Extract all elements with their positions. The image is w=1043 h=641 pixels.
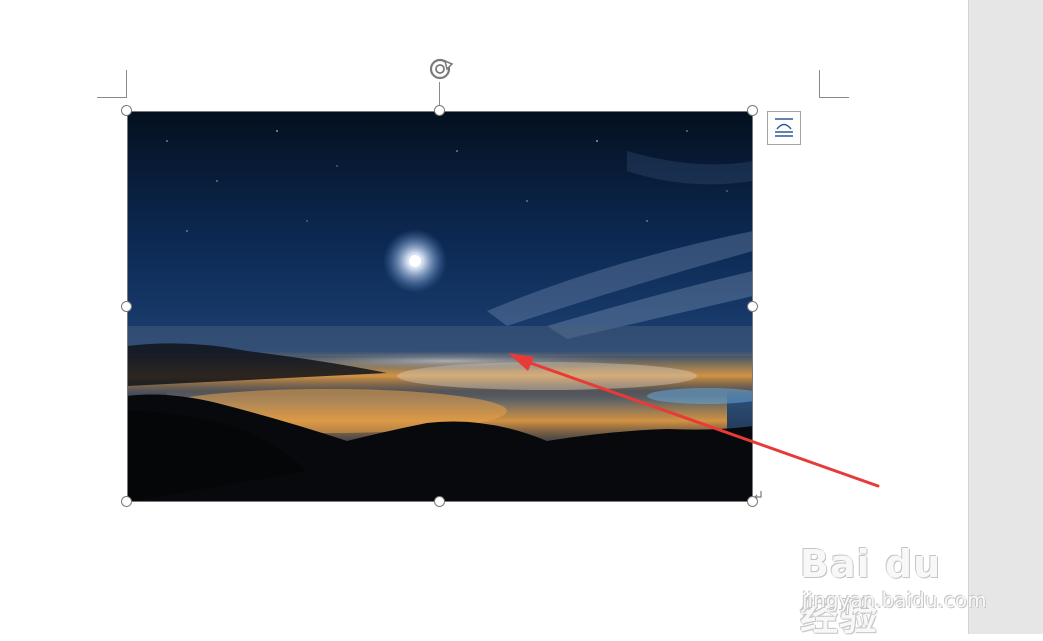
layout-options-icon: [775, 118, 793, 137]
margin-mark-top-right: [819, 97, 849, 98]
resize-handle-bottom-left[interactable]: [121, 496, 132, 507]
resize-handle-top[interactable]: [434, 105, 445, 116]
margin-mark-top-right: [819, 70, 820, 98]
baidu-jingyan-watermark: Bai du 经验 jingyan.baidu.com: [800, 520, 990, 639]
resize-handle-top-right[interactable]: [747, 105, 758, 116]
layout-options-button[interactable]: [767, 111, 801, 145]
night-landscape-photo[interactable]: [127, 111, 753, 502]
paragraph-mark-icon: [754, 491, 762, 500]
margin-mark-top-left: [126, 70, 127, 98]
resize-handle-top-left[interactable]: [121, 105, 132, 116]
resize-handle-left[interactable]: [121, 301, 132, 312]
rotate-handle-stem: [439, 82, 440, 106]
watermark-url: jingyan.baidu.com: [802, 588, 987, 612]
resize-handle-right[interactable]: [747, 301, 758, 312]
margin-mark-top-left: [97, 97, 127, 98]
rotate-icon[interactable]: [426, 56, 454, 82]
resize-handle-bottom[interactable]: [434, 496, 445, 507]
